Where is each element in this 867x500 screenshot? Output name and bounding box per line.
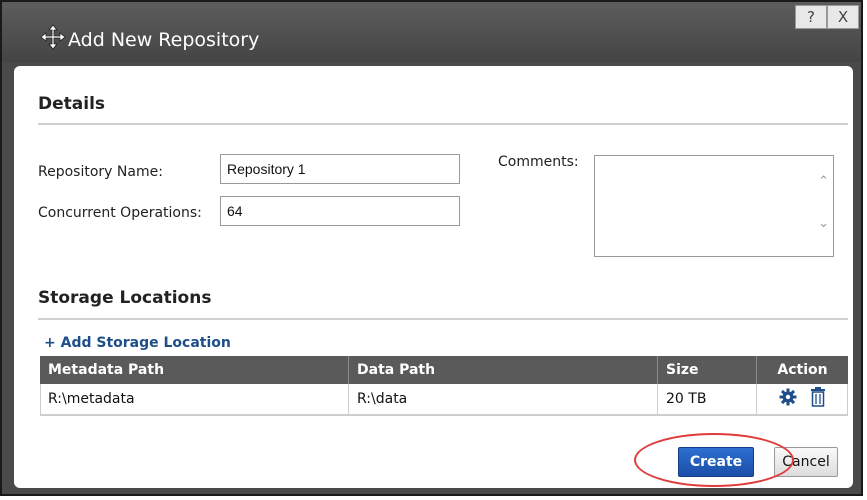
scroll-down-icon[interactable]: ⌄ [818,216,829,231]
column-header-size[interactable]: Size [657,356,757,384]
dialog-titlebar[interactable]: Add New Repository ? X [2,2,861,62]
concurrent-operations-input[interactable] [220,196,460,226]
column-header-data-path[interactable]: Data Path [348,356,658,384]
highlight-annotation [634,433,794,487]
repository-name-input[interactable] [220,154,460,184]
trash-icon[interactable] [810,387,826,411]
details-divider [38,123,848,125]
column-header-action: Action [756,356,848,384]
comments-label: Comments: [498,154,579,170]
table-header-row: Metadata Path Data Path Size Action [40,356,848,384]
gear-icon[interactable] [779,388,797,410]
table-row[interactable]: R:\metadata R:\data 20 TB [40,384,848,415]
concurrent-operations-label: Concurrent Operations: [38,205,202,221]
close-button[interactable]: X [827,5,859,29]
move-icon[interactable] [40,24,66,50]
storage-section-title: Storage Locations [38,288,212,308]
cell-data-path: R:\data [348,384,658,415]
storage-table: Metadata Path Data Path Size Action R:\m… [40,356,848,415]
column-header-metadata-path[interactable]: Metadata Path [40,356,349,384]
cell-metadata-path: R:\metadata [40,384,349,415]
storage-divider [38,318,848,320]
cell-size: 20 TB [657,384,757,415]
details-section-title: Details [38,94,106,114]
comments-textarea[interactable]: ⌃ ⌄ [594,155,834,257]
dialog-content: Details Repository Name: Concurrent Oper… [14,66,853,488]
add-repository-dialog: Add New Repository ? X Details Repositor… [0,0,863,496]
scroll-up-icon[interactable]: ⌃ [818,174,829,189]
dialog-title: Add New Repository [68,29,260,51]
cell-action [756,384,848,415]
add-storage-location-link[interactable]: + Add Storage Location [44,335,231,351]
help-button[interactable]: ? [795,5,827,29]
title-buttons: ? X [795,5,859,29]
repository-name-label: Repository Name: [38,164,163,180]
